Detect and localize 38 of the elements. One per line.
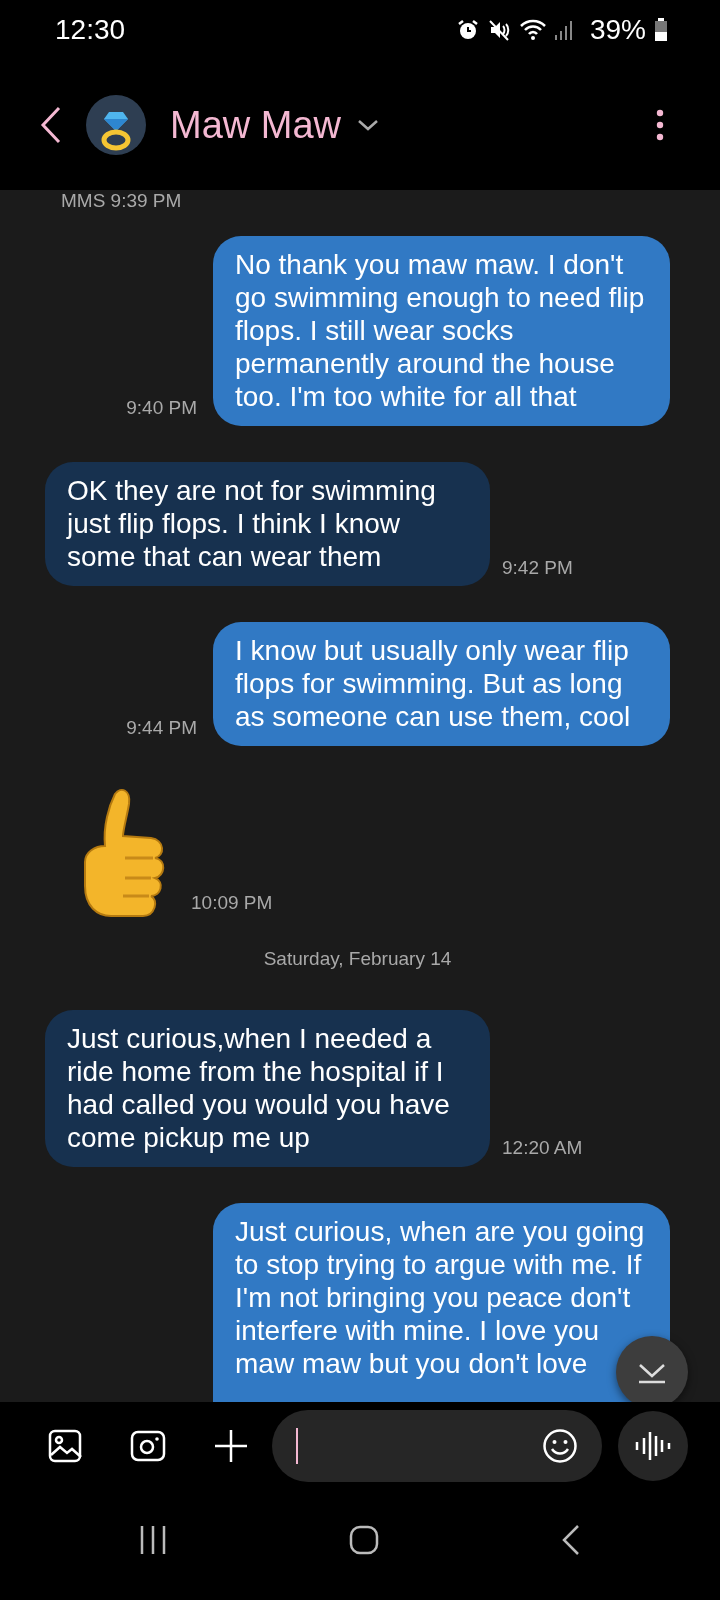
avatar (86, 95, 146, 155)
message-time: 12:20 AM (502, 1136, 583, 1160)
more-options-button[interactable] (656, 109, 664, 141)
image-icon (48, 1429, 82, 1463)
emoji-icon[interactable] (542, 1428, 578, 1464)
received-message: OK they are not for swimming just flip flops. I think I know some that can wear them (45, 462, 490, 586)
sent-message: I know but usually only wear flip flops for swimming. But as long as someone can use them, cool (213, 622, 670, 746)
plus-icon (214, 1429, 248, 1463)
mute-icon (487, 18, 512, 42)
recent-apps-icon[interactable] (139, 1524, 167, 1556)
add-button[interactable] (214, 1429, 248, 1463)
message-time: 9:42 PM (502, 555, 573, 580)
battery-level: 39% (589, 13, 646, 47)
message-label: MMS 9:39 PM (61, 190, 183, 212)
more-icon (656, 109, 664, 141)
back-icon[interactable] (561, 1524, 581, 1556)
message-time: 9:44 PM (126, 715, 197, 740)
wifi-icon (519, 19, 546, 41)
camera-icon (130, 1430, 166, 1462)
message-time: 9:40 PM (126, 395, 197, 420)
back-button[interactable] (40, 106, 62, 144)
voice-wave-icon (635, 1430, 671, 1462)
contact-name[interactable]: Maw Maw (170, 96, 342, 154)
message-time: 10:09 PM (191, 890, 273, 915)
sent-message: No thank you maw maw. I don't go swimming enough to need flip flops. I still wear socks permanently around the house too. I'm too white for all that (213, 236, 670, 426)
gallery-button[interactable] (48, 1429, 82, 1463)
arrow-down-icon (637, 1361, 667, 1384)
signal-icon (553, 19, 574, 41)
battery-icon (654, 18, 668, 42)
sent-message: Just curious, when are you going to stop trying to argue with me. If I'm not bringing you peace don't interfere with mine. I love you maw maw but you don't love (213, 1202, 670, 1402)
scroll-down-button[interactable] (616, 1336, 688, 1402)
home-icon[interactable] (349, 1525, 379, 1555)
camera-button[interactable] (130, 1430, 166, 1462)
received-message: Just curious,when I needed a ride home from the hospital if I had called you would you have come pickup me up (45, 1009, 490, 1167)
back-icon (40, 106, 62, 144)
date-divider: Saturday, February 14 (263, 947, 452, 971)
dropdown-icon[interactable] (357, 118, 380, 132)
clock-time: 12:30 (55, 13, 126, 47)
